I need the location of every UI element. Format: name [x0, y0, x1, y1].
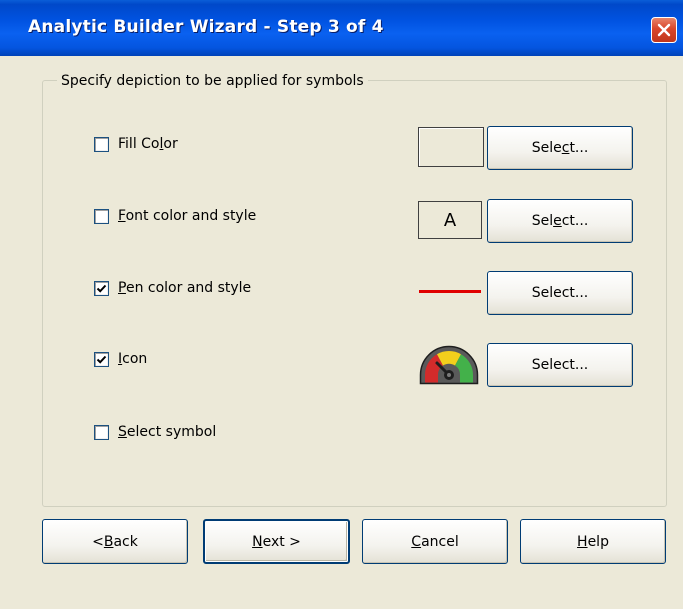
font-color-label: Font color and style: [118, 208, 257, 224]
fill-color-swatch: [418, 127, 484, 167]
fill-color-label: Fill Color: [118, 136, 178, 152]
select-font-style-button[interactable]: Sel e ct...: [487, 199, 633, 243]
select-pen-style-button[interactable]: Select...: [487, 271, 633, 315]
next-button[interactable]: Next >: [203, 519, 350, 564]
pen-color-option[interactable]: Pen color and style: [94, 279, 251, 297]
checkmark-icon: [96, 284, 107, 293]
pen-color-checkbox[interactable]: [94, 280, 109, 296]
select-symbol-label: Select symbol: [118, 424, 217, 440]
icon-checkbox[interactable]: [94, 351, 109, 367]
help-button[interactable]: Help: [520, 519, 666, 564]
window-title: Analytic Builder Wizard - Step 3 of 4: [28, 17, 384, 37]
font-color-checkbox[interactable]: [94, 208, 109, 224]
font-color-option[interactable]: Font color and style: [94, 207, 256, 225]
wizard-dialog: Analytic Builder Wizard - Step 3 of 4 Sp…: [0, 0, 683, 609]
icon-option[interactable]: Icon: [94, 350, 147, 368]
title-bar[interactable]: Analytic Builder Wizard - Step 3 of 4: [0, 0, 683, 56]
icon-label: Icon: [118, 351, 148, 367]
font-style-preview: A: [418, 201, 482, 239]
pen-color-label: Pen color and style: [118, 280, 252, 296]
close-icon: [657, 23, 671, 37]
select-fill-color-button[interactable]: Sele c t...: [487, 126, 633, 170]
cancel-button[interactable]: Cancel: [362, 519, 508, 564]
select-symbol-option[interactable]: Select symbol: [94, 423, 216, 441]
fill-color-option[interactable]: Fill Color: [94, 135, 178, 153]
select-icon-button[interactable]: Select...: [487, 343, 633, 387]
back-button[interactable]: < Back: [42, 519, 188, 564]
checkmark-icon: [96, 355, 107, 364]
pen-style-preview: [419, 290, 481, 293]
gauge-icon: [419, 345, 479, 385]
close-button[interactable]: [651, 17, 677, 43]
groupbox-legend: Specify depiction to be applied for symb…: [57, 73, 368, 89]
select-symbol-checkbox[interactable]: [94, 424, 109, 440]
fill-color-checkbox[interactable]: [94, 136, 109, 152]
